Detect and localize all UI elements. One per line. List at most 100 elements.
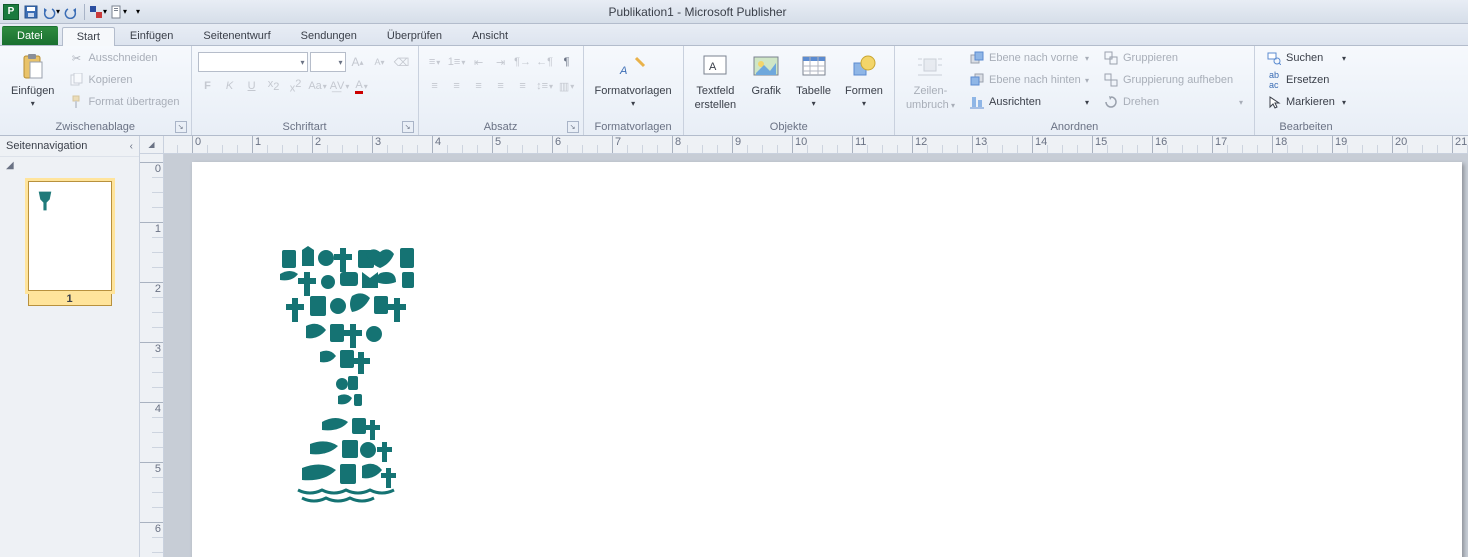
- align-left-button[interactable]: ≡: [425, 76, 445, 96]
- canvas[interactable]: [164, 154, 1468, 557]
- shrink-font-button[interactable]: A▾: [370, 52, 390, 72]
- page-navigation-pane: Seitennavigation ‹ ◢ 1: [0, 136, 140, 557]
- qat-custom2-button[interactable]: ▾: [109, 3, 127, 21]
- grow-font-icon: A: [352, 55, 360, 69]
- redo-button[interactable]: [62, 3, 80, 21]
- group-label-objects: Objekte: [690, 119, 888, 135]
- grow-font-button[interactable]: A▴: [348, 52, 368, 72]
- align-button[interactable]: Ausrichten▾: [964, 92, 1094, 112]
- page-icon: [109, 5, 123, 19]
- outdent-button[interactable]: ⇤: [469, 52, 489, 72]
- table-button[interactable]: Tabelle▾: [791, 48, 836, 111]
- qat-custom1-button[interactable]: ▾: [89, 3, 107, 21]
- replace-button[interactable]: abacErsetzen: [1261, 70, 1351, 90]
- indent-button[interactable]: ⇥: [491, 52, 511, 72]
- qat-customize-button[interactable]: ▾: [129, 3, 147, 21]
- bold-button[interactable]: F: [198, 76, 218, 96]
- save-button[interactable]: [22, 3, 40, 21]
- tab-view[interactable]: Ansicht: [457, 26, 523, 45]
- font-family-combo[interactable]: ▾: [198, 52, 308, 72]
- quick-access-toolbar: P ▾ ▾ ▾ ▾: [0, 3, 147, 21]
- paragraph-launcher[interactable]: ↘: [567, 121, 579, 133]
- tab-mailings[interactable]: Sendungen: [286, 26, 372, 45]
- font-launcher[interactable]: ↘: [402, 121, 414, 133]
- clear-format-button[interactable]: ⌫: [392, 52, 412, 72]
- change-case-button[interactable]: Aa▾: [308, 76, 328, 96]
- select-button[interactable]: Markieren▾: [1261, 92, 1351, 112]
- svg-text:A: A: [619, 65, 627, 77]
- tab-home[interactable]: Start: [62, 27, 115, 46]
- rtl-button[interactable]: ←¶: [535, 52, 555, 72]
- group-label-font: Schriftart: [283, 121, 327, 133]
- tab-review[interactable]: Überprüfen: [372, 26, 457, 45]
- pilcrow-button[interactable]: ¶: [557, 52, 577, 72]
- group-button[interactable]: Gruppieren: [1098, 48, 1248, 68]
- align-right-button[interactable]: ≡: [469, 76, 489, 96]
- distribute-button[interactable]: ≡: [513, 76, 533, 96]
- underline-button[interactable]: U: [242, 76, 262, 96]
- font-color-button[interactable]: A▾: [352, 76, 372, 96]
- tab-insert[interactable]: Einfügen: [115, 26, 188, 45]
- styles-button[interactable]: A Formatvorlagen▾: [590, 48, 677, 111]
- save-icon: [24, 5, 38, 19]
- ruler-vertical[interactable]: 0123456: [140, 154, 164, 557]
- align-center-icon: ≡: [453, 80, 459, 92]
- cut-button[interactable]: ✂Ausschneiden: [63, 48, 184, 68]
- paste-button[interactable]: Einfügen ▾: [6, 48, 59, 111]
- numbering-button[interactable]: 1≡▾: [447, 52, 467, 72]
- find-button[interactable]: Suchen▾: [1261, 48, 1351, 68]
- subscript-icon: x2: [268, 78, 280, 93]
- rtl-icon: ←¶: [536, 56, 553, 68]
- subscript-button[interactable]: x2: [264, 76, 284, 96]
- chevron-down-icon: ▾: [31, 99, 35, 108]
- collapse-section-button[interactable]: ◢: [6, 160, 14, 171]
- picture-button[interactable]: Grafik: [745, 48, 787, 100]
- page-nav-title: Seitennavigation: [6, 140, 87, 152]
- undo-button[interactable]: ▾: [42, 3, 60, 21]
- collapse-pane-button[interactable]: ‹: [130, 141, 133, 152]
- clipboard-launcher[interactable]: ↘: [175, 121, 187, 133]
- ungroup-icon: [1103, 72, 1119, 88]
- editor-area: ◢ 0123456789101112131415161718192021 012…: [140, 136, 1468, 557]
- group-label-styles: Formatvorlagen: [590, 119, 677, 135]
- inserted-graphic[interactable]: [262, 242, 437, 507]
- superscript-icon: x2: [290, 78, 302, 95]
- undo-icon: [42, 5, 56, 19]
- ungroup-button[interactable]: Gruppierung aufheben: [1098, 70, 1248, 90]
- textbox-button[interactable]: A Textfeld erstellen: [690, 48, 742, 114]
- app-menu-button[interactable]: P: [2, 3, 20, 21]
- char-spacing-button[interactable]: A͟V▾: [330, 76, 350, 96]
- format-painter-button[interactable]: Format übertragen: [63, 92, 184, 112]
- superscript-button[interactable]: x2: [286, 76, 306, 96]
- columns-button[interactable]: ▥▾: [557, 76, 577, 96]
- line-spacing-button[interactable]: ↕≡▾: [535, 76, 555, 96]
- tab-file[interactable]: Datei: [2, 26, 58, 45]
- ruler-horizontal[interactable]: 0123456789101112131415161718192021: [164, 136, 1468, 154]
- page-thumbnail-1[interactable]: [28, 181, 112, 291]
- shapes-icon: [848, 51, 880, 83]
- copy-button[interactable]: Kopieren: [63, 70, 184, 90]
- rotate-button[interactable]: Drehen▾: [1098, 92, 1248, 112]
- font-size-combo[interactable]: ▾: [310, 52, 346, 72]
- thumb-art-icon: [37, 190, 53, 212]
- swatch-icon: [89, 5, 103, 19]
- ltr-button[interactable]: ¶→: [513, 52, 533, 72]
- send-backward-button[interactable]: Ebene nach hinten▾: [964, 70, 1094, 90]
- page-1[interactable]: [192, 162, 1462, 557]
- bring-forward-button[interactable]: Ebene nach vorne▾: [964, 48, 1094, 68]
- case-icon: Aa: [308, 80, 321, 92]
- shapes-button[interactable]: Formen▾: [840, 48, 888, 111]
- group-label-editing: Bearbeiten: [1261, 119, 1351, 135]
- italic-button[interactable]: K: [220, 76, 240, 96]
- justify-icon: ≡: [497, 80, 503, 92]
- title-bar: P ▾ ▾ ▾ ▾ Publikation1 - Microsoft Publi…: [0, 0, 1468, 24]
- ruler-corner: ◢: [140, 136, 164, 154]
- wrap-text-button[interactable]: Zeilen- umbruch ▾: [901, 48, 960, 114]
- columns-icon: ▥: [559, 80, 569, 93]
- chevron-down-icon: ▾: [136, 7, 140, 16]
- justify-button[interactable]: ≡: [491, 76, 511, 96]
- spacing-icon: A͟V: [330, 80, 345, 92]
- tab-page-design[interactable]: Seitenentwurf: [188, 26, 285, 45]
- align-center-button[interactable]: ≡: [447, 76, 467, 96]
- bullets-button[interactable]: ≡▾: [425, 52, 445, 72]
